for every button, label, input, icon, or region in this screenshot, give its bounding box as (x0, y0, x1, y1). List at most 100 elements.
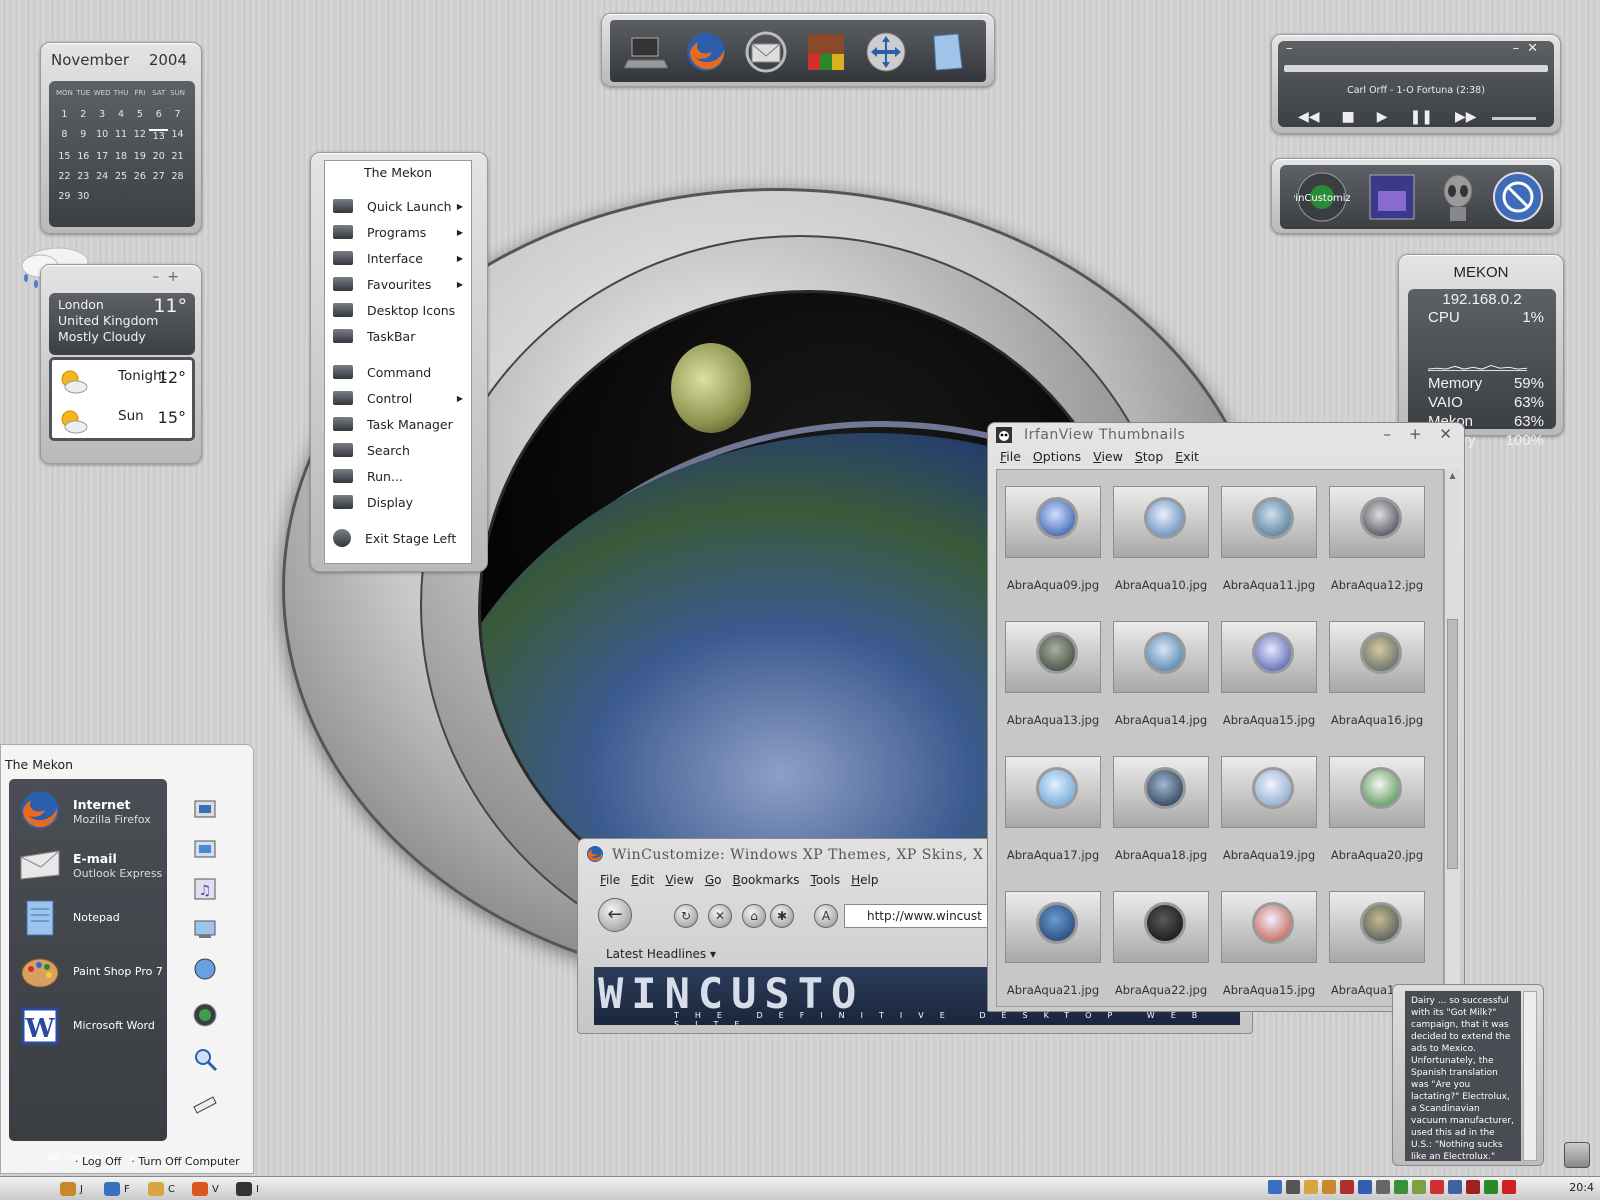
thumbnail-item[interactable]: AbraAqua20.jpg (1327, 756, 1427, 882)
control-panel-icon[interactable] (191, 1001, 219, 1029)
calendar-day[interactable]: 17 (93, 151, 112, 162)
browser-menu-file[interactable]: File (600, 873, 620, 887)
calendar-day[interactable]: 2 (74, 109, 93, 120)
home-icon[interactable]: ⌂ (742, 904, 766, 928)
log-off-button[interactable]: · Log Off (75, 1155, 121, 1168)
calendar-day[interactable]: 28 (168, 171, 187, 182)
player-seek-bar[interactable] (1284, 65, 1548, 72)
thumbnail-item[interactable]: AbraAqua15.jpg (1219, 891, 1319, 1006)
player-next-button[interactable]: ▶▶ (1455, 109, 1477, 125)
tray-app-icon[interactable] (1376, 1180, 1390, 1194)
calendar-day[interactable]: 30 (74, 191, 93, 202)
thumbnail-item[interactable]: AbraAqua21.jpg (1003, 891, 1103, 1006)
tray-app-icon[interactable] (1448, 1180, 1462, 1194)
calendar-day[interactable]: 1 (55, 109, 74, 120)
tray-app-icon[interactable] (1340, 1180, 1354, 1194)
weather-minimize-button[interactable]: – (152, 269, 167, 285)
calendar-day[interactable]: 5 (130, 109, 149, 120)
daily-news-icon[interactable] (1490, 169, 1546, 225)
calendar-day[interactable]: 23 (74, 171, 93, 182)
tray-app-icon[interactable] (1286, 1180, 1300, 1194)
program-word[interactable]: W Microsoft Word (15, 1001, 165, 1051)
player-prev-button[interactable]: ◀◀ (1298, 109, 1320, 125)
calendar-day[interactable]: 9 (74, 129, 93, 142)
browser-menu-help[interactable]: Help (851, 873, 878, 887)
taskbar-task[interactable]: V (192, 1180, 219, 1198)
player-close-button[interactable]: ✕ (1527, 41, 1546, 56)
menu-item-taskbar[interactable]: TaskBar (333, 325, 465, 347)
documents-icon[interactable] (191, 795, 219, 823)
stop-button[interactable]: ✕ (708, 904, 732, 928)
paint-shop-icon[interactable] (804, 30, 848, 74)
thumbnail-item[interactable]: AbraAqua15.jpg (1219, 621, 1319, 747)
alien-icon[interactable] (1430, 169, 1486, 225)
tray-app-icon[interactable] (1268, 1180, 1282, 1194)
program-notepad[interactable]: Notepad (15, 893, 165, 943)
thumbnail-item[interactable]: AbraAqua13.jpg (1003, 621, 1103, 747)
thumbnail-item[interactable]: AbraAqua22.jpg (1111, 891, 1211, 1006)
show-desktop-button[interactable] (1564, 1142, 1590, 1168)
thumbnail-item[interactable]: AbraAqua09.jpg (1003, 486, 1103, 612)
browser-menu-edit[interactable]: Edit (631, 873, 654, 887)
player-volume-slider[interactable] (1492, 117, 1536, 120)
tray-app-icon[interactable] (1304, 1180, 1318, 1194)
calendar-day[interactable]: 16 (74, 151, 93, 162)
thumbnail-item[interactable]: AbraAqua19.jpg (1219, 756, 1319, 882)
menu-item-display[interactable]: Display (333, 491, 465, 513)
tray-app-icon[interactable] (1394, 1180, 1408, 1194)
irfan-close-button[interactable]: ✕ (1439, 425, 1452, 443)
firefox-icon[interactable] (684, 30, 728, 74)
news-scrollbar[interactable] (1523, 991, 1537, 1161)
thumbnail-item[interactable]: AbraAqua18.jpg (1111, 756, 1211, 882)
back-button[interactable]: ← (598, 898, 632, 932)
pictures-icon[interactable] (191, 835, 219, 863)
player-stop-button[interactable]: ■ (1342, 109, 1355, 125)
browser-menu-tools[interactable]: Tools (811, 873, 841, 887)
tray-app-icon[interactable] (1466, 1180, 1480, 1194)
irfan-menu-view[interactable]: View (1093, 449, 1123, 464)
program-paint-shop[interactable]: Paint Shop Pro 7 (15, 947, 165, 997)
turn-off-button[interactable]: · Turn Off Computer (131, 1155, 239, 1168)
my-computer-icon[interactable] (191, 915, 219, 943)
calendar-day[interactable]: 14 (168, 129, 187, 142)
thumbnail-item[interactable]: AbraAqua11.jpg (1219, 486, 1319, 612)
calendar-day[interactable]: 22 (55, 171, 74, 182)
calendar-day[interactable]: 26 (130, 171, 149, 182)
calendar-day[interactable]: 8 (55, 129, 74, 142)
player-minimize-button[interactable]: – (1286, 41, 1293, 56)
wincustomize-icon[interactable]: winCustomize (1294, 169, 1350, 225)
thumbnail-item[interactable]: AbraAqua12.jpg (1327, 486, 1427, 612)
calendar-day[interactable]: 20 (149, 151, 168, 162)
menu-item-programs[interactable]: Programs ▶ (333, 221, 465, 243)
calendar-day[interactable]: 11 (112, 129, 131, 142)
browser-menu-bookmarks[interactable]: Bookmarks (732, 873, 799, 887)
calendar-day[interactable]: 3 (93, 109, 112, 120)
mail-icon[interactable] (744, 30, 788, 74)
tray-app-icon[interactable] (1412, 1180, 1426, 1194)
tray-app-icon[interactable] (1430, 1180, 1444, 1194)
browser-menu-view[interactable]: View (665, 873, 693, 887)
calendar-day[interactable]: 21 (168, 151, 187, 162)
move-arrows-icon[interactable] (864, 30, 908, 74)
menu-item-desktop-icons[interactable]: Desktop Icons (333, 299, 465, 321)
calendar-day[interactable]: 10 (93, 129, 112, 142)
taskbar-task[interactable]: J (60, 1180, 83, 1198)
irfan-menu-stop[interactable]: Stop (1135, 449, 1163, 464)
scrollbar-thumb[interactable] (1447, 619, 1458, 869)
thumbnail-item[interactable]: AbraAqua16.jpg (1327, 621, 1427, 747)
thumbnail-scrollbar[interactable]: ▲ ▼ (1444, 469, 1460, 1007)
menu-item-run[interactable]: Run... (333, 465, 465, 487)
tray-app-icon[interactable] (1358, 1180, 1372, 1194)
menu-item-control[interactable]: Control ▶ (333, 387, 465, 409)
program-internet[interactable]: Internet Mozilla Firefox (15, 785, 165, 835)
irfan-maximize-button[interactable]: + (1409, 425, 1422, 443)
tray-app-icon[interactable] (1502, 1180, 1516, 1194)
bug-icon[interactable]: ✱ (770, 904, 794, 928)
calendar-day[interactable]: 24 (93, 171, 112, 182)
scroll-up-icon[interactable]: ▲ (1445, 471, 1460, 485)
taskbar-task[interactable]: C (148, 1180, 175, 1198)
calendar-day[interactable]: 15 (55, 151, 74, 162)
irfan-menu-file[interactable]: File (1000, 449, 1021, 464)
taskbar-task[interactable]: I (236, 1180, 259, 1198)
irfan-menu-options[interactable]: Options (1033, 449, 1081, 464)
